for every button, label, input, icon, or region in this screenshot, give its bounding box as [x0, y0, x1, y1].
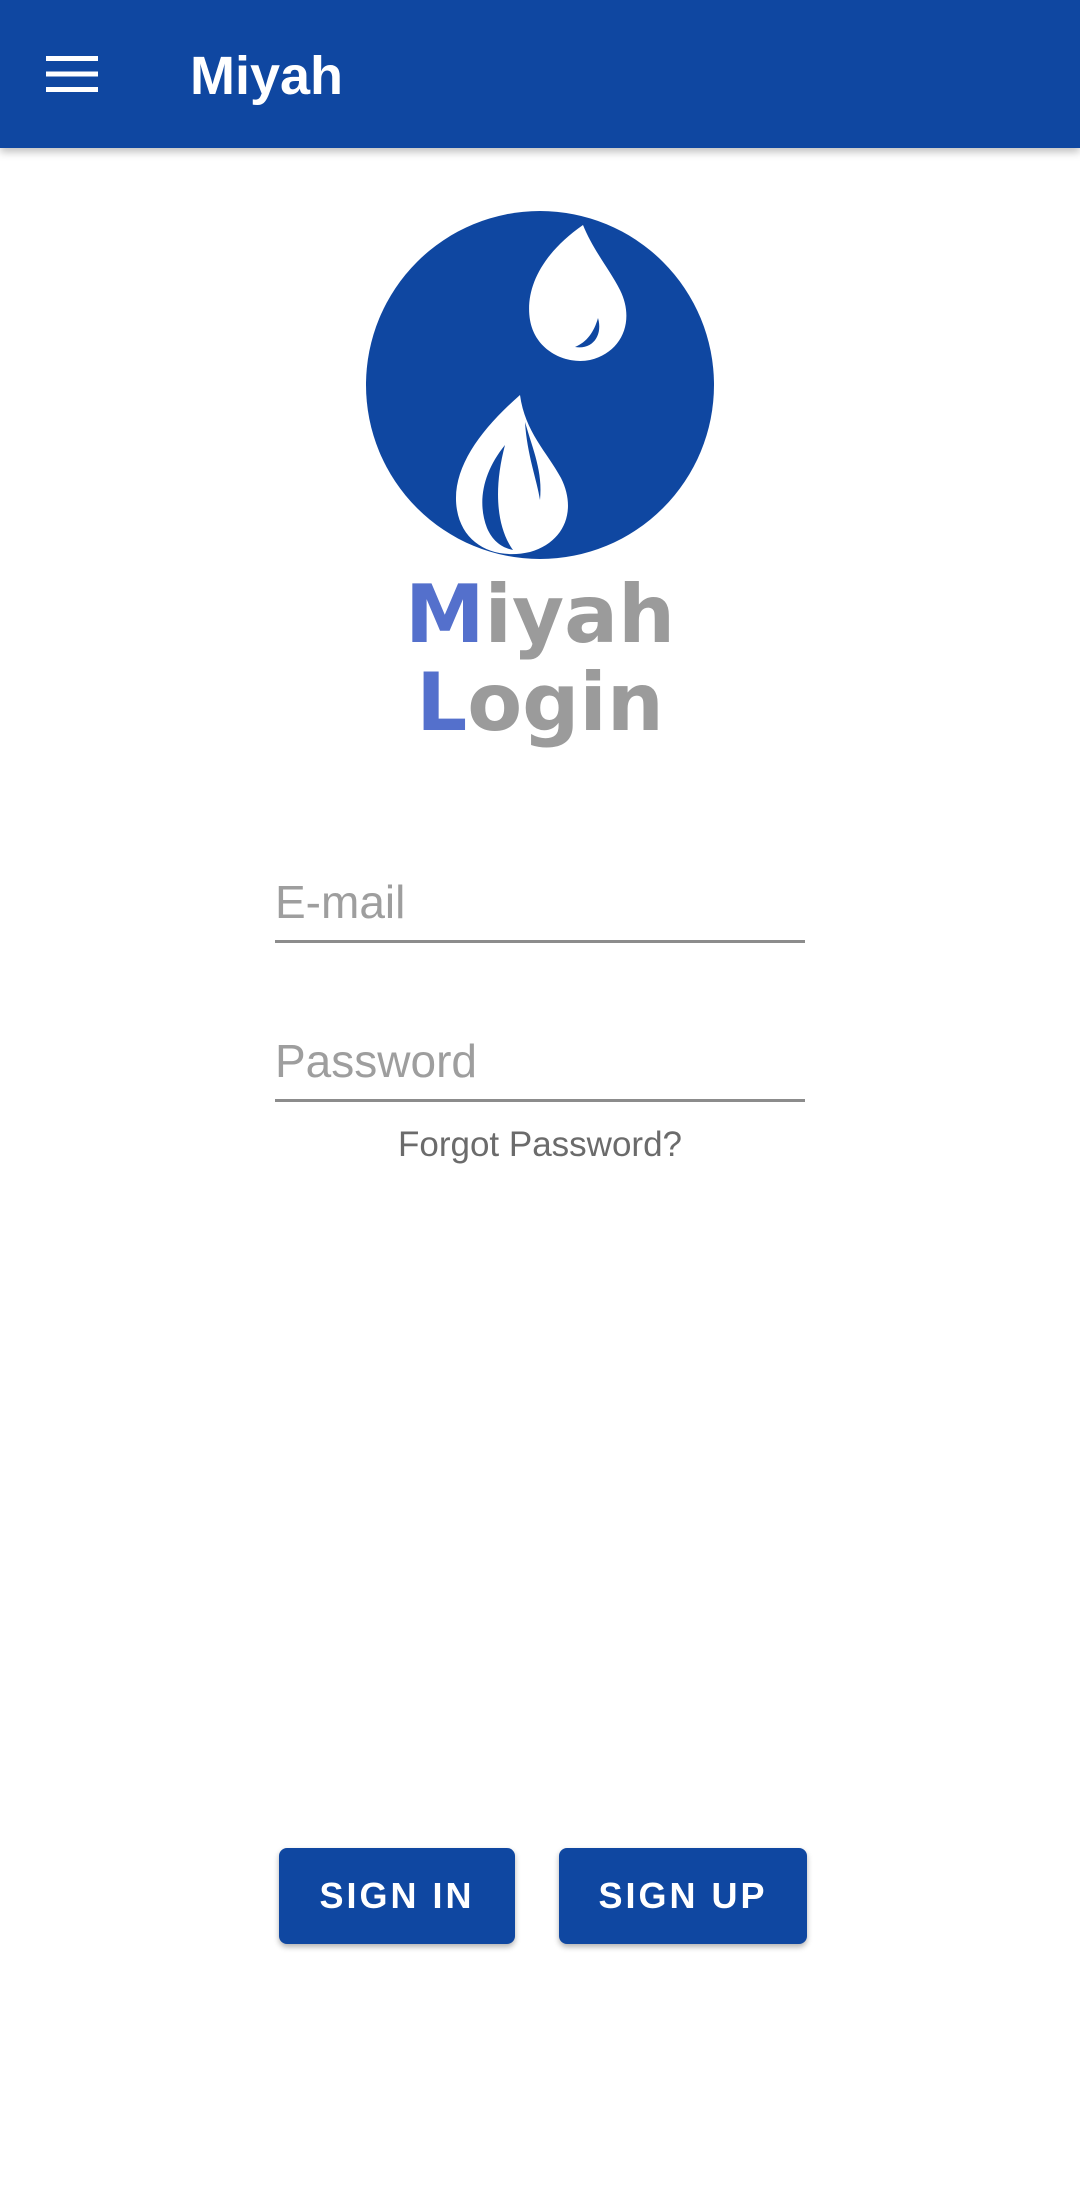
- app-title: Miyah: [190, 46, 344, 106]
- page-title-rest: ogin: [467, 656, 664, 749]
- email-field[interactable]: [275, 873, 805, 943]
- brand-title-accent: M: [404, 568, 485, 661]
- brand-title-rest: iyah: [484, 568, 676, 661]
- sign-in-button[interactable]: SIGN IN: [279, 1848, 515, 1944]
- hamburger-menu-icon: [46, 56, 98, 92]
- forgot-password-link[interactable]: Forgot Password?: [275, 1125, 805, 1165]
- page-title: Login: [0, 653, 1080, 753]
- water-drops-logo-icon: [366, 211, 714, 559]
- brand-title: Miyah: [0, 565, 1080, 665]
- password-field[interactable]: [275, 1032, 805, 1102]
- sign-up-button[interactable]: SIGN UP: [559, 1848, 807, 1944]
- menu-button[interactable]: [24, 30, 120, 118]
- page-title-accent: L: [416, 656, 468, 749]
- app-bar: Miyah: [0, 0, 1080, 148]
